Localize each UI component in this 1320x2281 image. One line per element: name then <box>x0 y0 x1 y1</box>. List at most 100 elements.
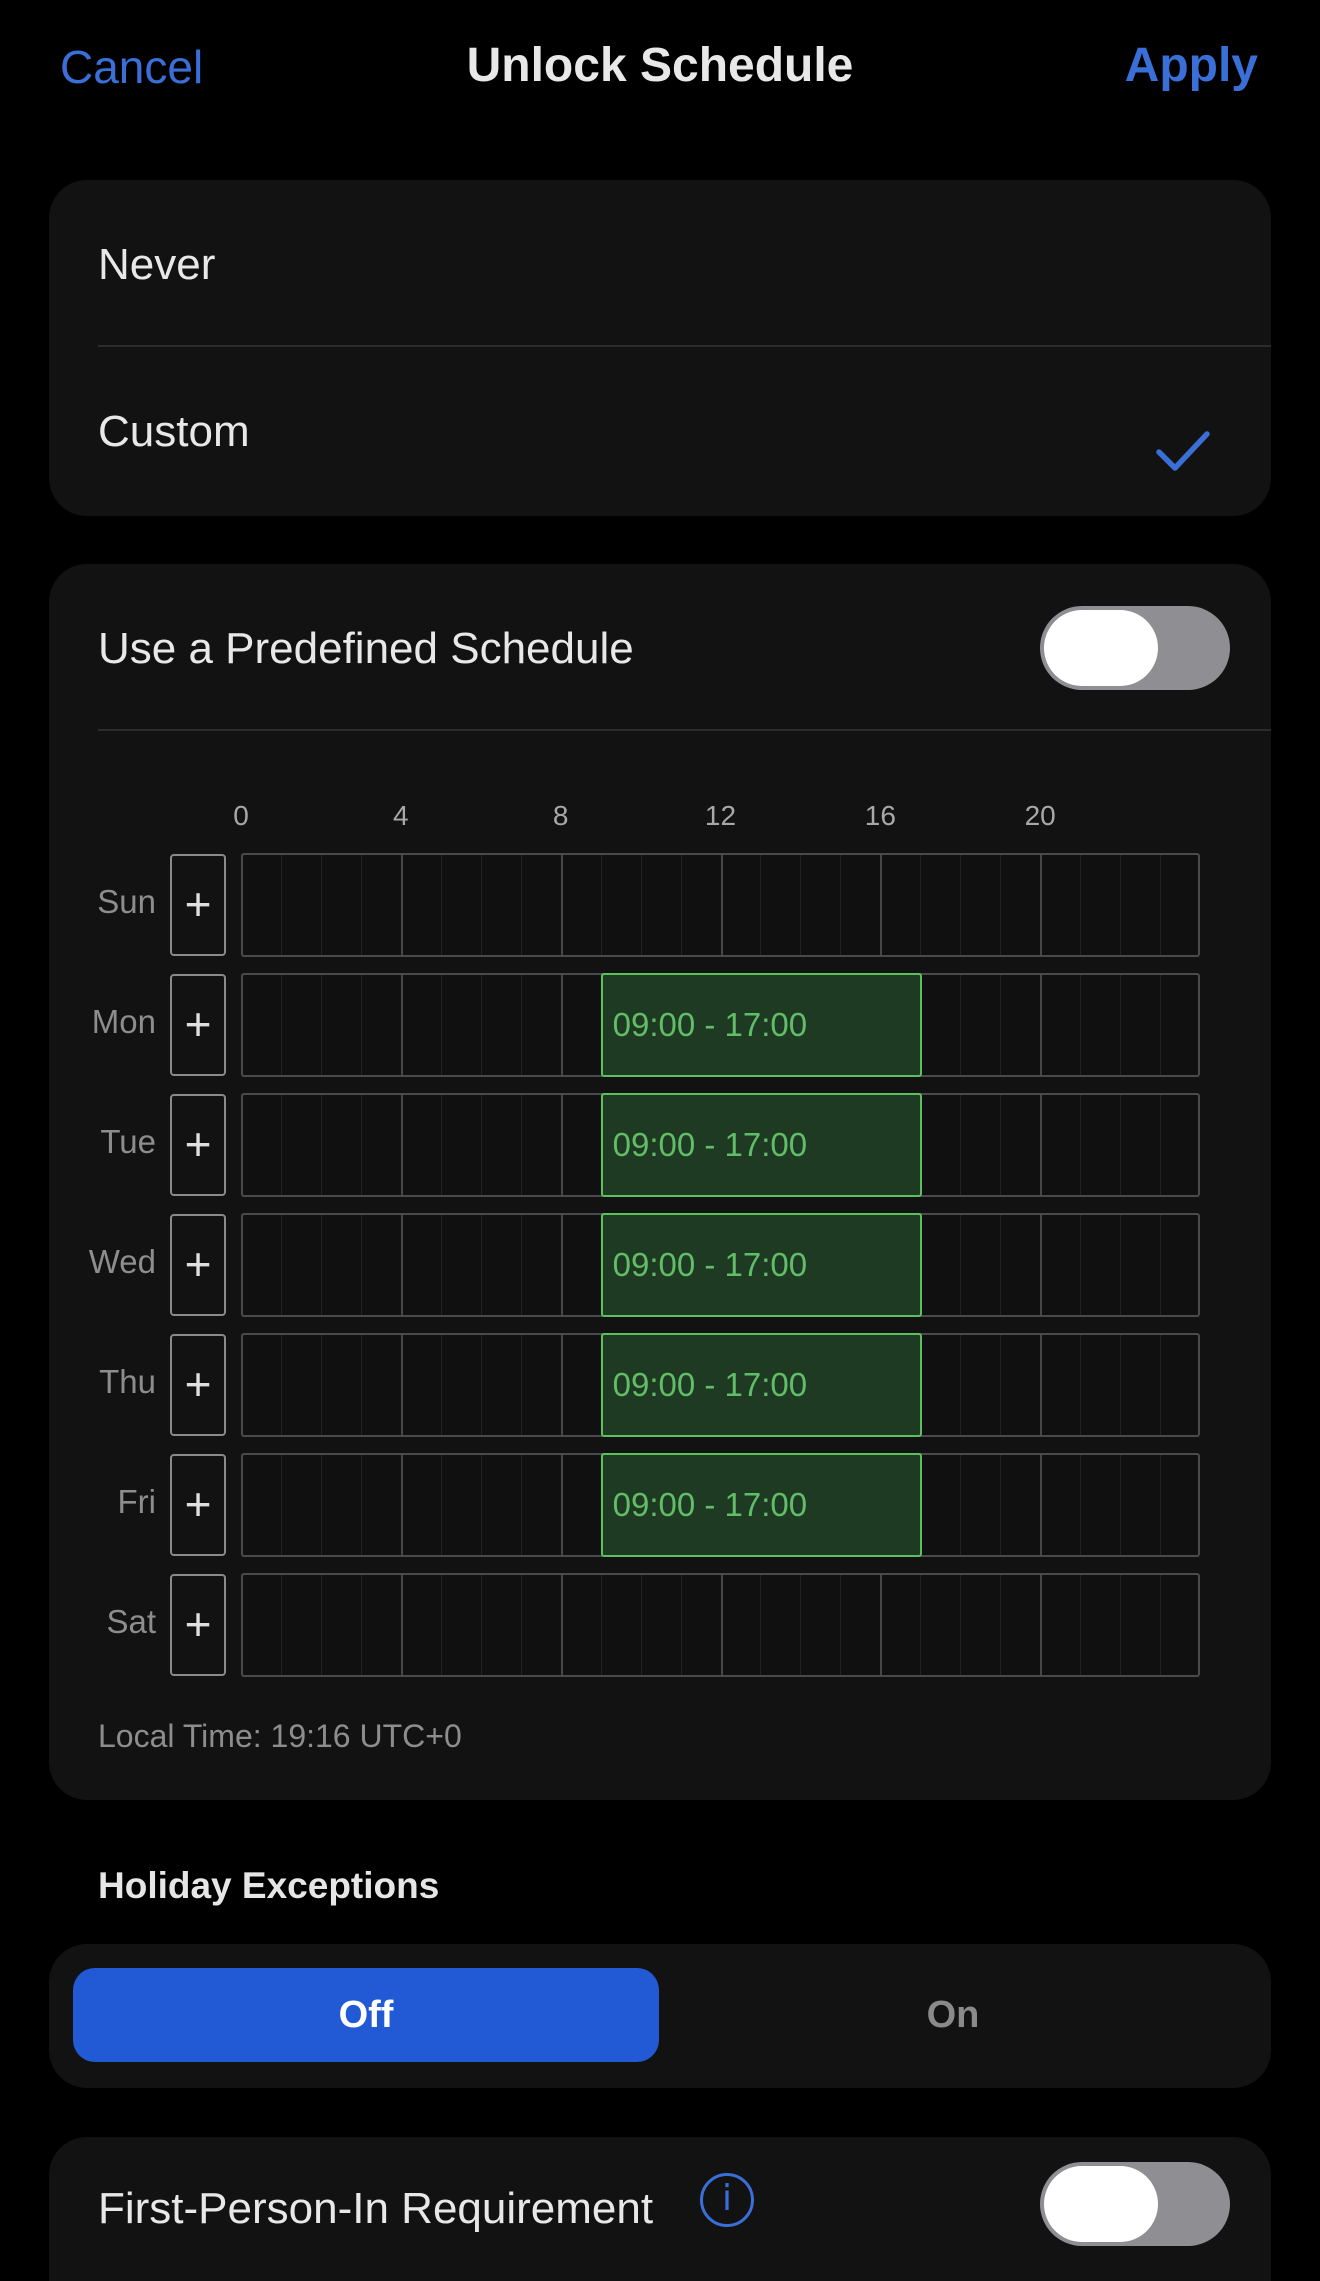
grid-line <box>280 1215 282 1315</box>
grid-line <box>1000 1215 1002 1315</box>
hour-label: 0 <box>233 800 249 831</box>
time-block[interactable]: 09:00 - 17:00 <box>600 1213 923 1317</box>
grid-line <box>600 855 602 955</box>
grid-line <box>400 855 403 955</box>
add-time-button[interactable]: + <box>170 1574 226 1676</box>
grid-line <box>480 1095 482 1195</box>
grid-line <box>360 1095 362 1195</box>
day-label-tue: Tue <box>100 1123 156 1160</box>
grid-line <box>280 1575 282 1675</box>
grid-line <box>1080 975 1082 1075</box>
apply-button[interactable]: Apply <box>1125 38 1258 93</box>
grid-line <box>520 1455 522 1555</box>
grid-line <box>1160 975 1162 1075</box>
grid-line <box>320 1575 322 1675</box>
grid-line <box>560 1575 563 1675</box>
day-timeline-sun[interactable] <box>241 853 1200 957</box>
grid-line <box>1000 1455 1002 1555</box>
grid-line <box>1160 1215 1162 1315</box>
grid-line <box>1000 1575 1002 1675</box>
holiday-off-segment[interactable]: Off <box>73 1968 659 2062</box>
grid-line <box>440 1335 442 1435</box>
info-icon[interactable]: i <box>700 2173 754 2227</box>
grid-line <box>1120 975 1122 1075</box>
grid-line <box>560 1095 563 1195</box>
grid-line <box>960 1095 962 1195</box>
day-timeline-thu[interactable]: 09:00 - 17:00 <box>241 1333 1200 1437</box>
predefined-schedule-toggle[interactable] <box>1040 606 1230 690</box>
grid-line <box>560 1215 563 1315</box>
grid-line <box>480 975 482 1075</box>
grid-line <box>520 1575 522 1675</box>
grid-line <box>840 1575 842 1675</box>
grid-line <box>1000 975 1002 1075</box>
grid-line <box>880 855 883 955</box>
day-timeline-mon[interactable]: 09:00 - 17:00 <box>241 973 1200 1077</box>
hour-label: 12 <box>704 800 737 831</box>
holiday-on-segment[interactable]: On <box>659 1968 1247 2062</box>
hour-label: 20 <box>1024 800 1056 831</box>
grid-line <box>920 1575 922 1675</box>
holiday-exceptions-title: Holiday Exceptions <box>98 1865 440 1906</box>
day-label-wed: Wed <box>88 1243 156 1280</box>
grid-line <box>440 975 442 1075</box>
grid-line <box>360 1575 362 1675</box>
grid-line <box>960 1455 962 1555</box>
option-never[interactable]: Never <box>49 180 1271 346</box>
grid-line <box>400 975 403 1075</box>
grid-line <box>760 855 762 955</box>
add-time-button[interactable]: + <box>170 974 226 1076</box>
add-time-button[interactable]: + <box>170 1454 226 1556</box>
time-block[interactable]: 09:00 - 17:00 <box>600 973 923 1077</box>
grid-line <box>1120 1095 1122 1195</box>
grid-line <box>1160 855 1162 955</box>
time-block[interactable]: 09:00 - 17:00 <box>600 1333 923 1437</box>
grid-line <box>360 1335 362 1435</box>
day-label-sat: Sat <box>106 1603 156 1640</box>
grid-line <box>640 855 642 955</box>
grid-line <box>600 1575 602 1675</box>
grid-line <box>320 855 322 955</box>
grid-line <box>1120 1335 1122 1435</box>
day-timeline-tue[interactable]: 09:00 - 17:00 <box>241 1093 1200 1197</box>
page-title: Unlock Schedule <box>466 39 854 92</box>
grid-line <box>840 855 842 955</box>
time-block[interactable]: 09:00 - 17:00 <box>600 1093 923 1197</box>
grid-line <box>280 1455 282 1555</box>
grid-line <box>880 1575 883 1675</box>
option-custom[interactable]: Custom <box>49 347 1271 516</box>
add-time-button[interactable]: + <box>170 1334 226 1436</box>
grid-line <box>960 855 962 955</box>
option-never-label: Never <box>98 240 216 289</box>
grid-line <box>400 1335 403 1435</box>
grid-line <box>280 1095 282 1195</box>
grid-line <box>480 855 482 955</box>
time-block[interactable]: 09:00 - 17:00 <box>600 1453 923 1557</box>
grid-line <box>520 1215 522 1315</box>
divider <box>98 729 1271 731</box>
day-timeline-fri[interactable]: 09:00 - 17:00 <box>241 1453 1200 1557</box>
grid-line <box>400 1215 403 1315</box>
grid-line <box>280 855 282 955</box>
add-time-button[interactable]: + <box>170 1214 226 1316</box>
day-label-mon: Mon <box>91 1003 156 1040</box>
grid-line <box>680 855 682 955</box>
grid-line <box>640 1575 642 1675</box>
grid-line <box>1160 1335 1162 1435</box>
day-label-thu: Thu <box>99 1363 156 1400</box>
schedule-mode-card: Never Custom <box>49 180 1271 516</box>
hour-label: 16 <box>864 800 896 831</box>
grid-line <box>440 1455 442 1555</box>
grid-line <box>800 855 802 955</box>
add-time-button[interactable]: + <box>170 1094 226 1196</box>
day-timeline-wed[interactable]: 09:00 - 17:00 <box>241 1213 1200 1317</box>
first-person-toggle[interactable] <box>1040 2162 1230 2246</box>
add-time-button[interactable]: + <box>170 854 226 956</box>
hour-label: 8 <box>552 800 569 831</box>
first-person-card: First-Person-In Requirement <box>49 2137 1271 2281</box>
grid-line <box>1160 1095 1162 1195</box>
grid-line <box>520 1095 522 1195</box>
checkmark-icon <box>1156 431 1210 471</box>
grid-line <box>520 975 522 1075</box>
day-timeline-sat[interactable] <box>241 1573 1200 1677</box>
